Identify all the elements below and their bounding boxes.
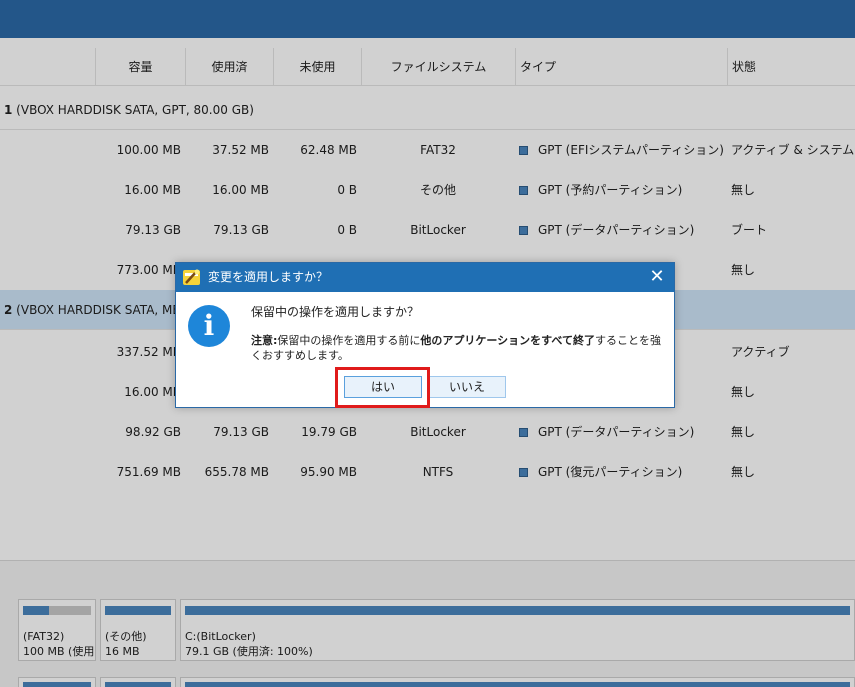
dialog-message: 保留中の操作を適用しますか？ (251, 305, 420, 319)
dialog-titlebar: 変更を適用しますか？ (176, 263, 674, 292)
close-icon[interactable]: ✕ (646, 265, 668, 289)
dialog-note: 注意:保留中の操作を適用する前に他のアプリケーションをすべて終了することを強くお… (251, 334, 661, 362)
info-icon: i (188, 305, 230, 347)
wand-icon (183, 269, 200, 285)
no-button[interactable]: いいえ (428, 376, 506, 398)
highlight-box (335, 367, 430, 408)
dialog-title: 変更を適用しますか？ (208, 270, 329, 284)
